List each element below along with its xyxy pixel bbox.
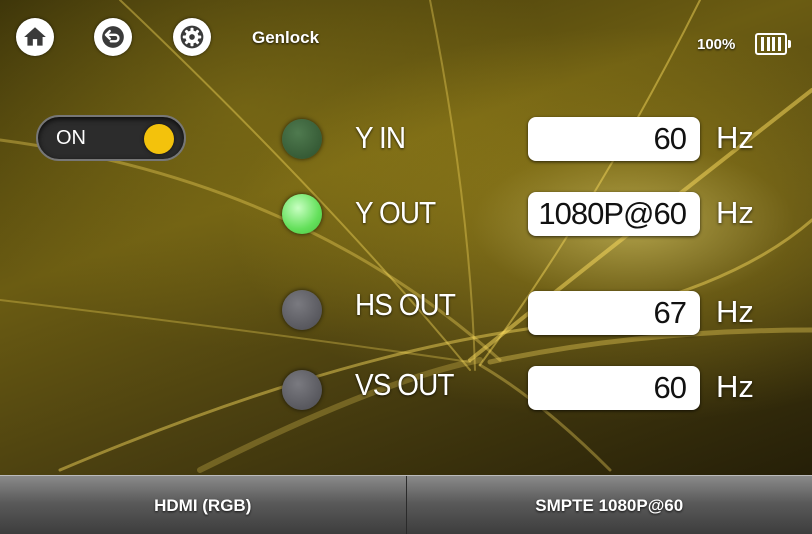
y-out-value-field[interactable]: 1080P@60 [528, 192, 700, 236]
home-icon [24, 27, 46, 46]
toggle-label: ON [56, 127, 86, 149]
settings-button[interactable] [173, 18, 211, 56]
genlock-toggle[interactable]: ON [36, 115, 186, 161]
battery-icon [755, 33, 791, 55]
home-button[interactable] [16, 18, 54, 56]
hs-out-unit: Hz [716, 294, 754, 329]
bottom-bar: HDMI (RGB) SMPTE 1080P@60 [0, 475, 812, 534]
page-title: Genlock [252, 28, 320, 47]
vs-out-label: VS OUT [355, 367, 454, 402]
genlock-screen: Genlock 100% ON Y IN 60 Hz Y OUT 1080P@6… [0, 0, 812, 534]
back-button[interactable] [94, 18, 132, 56]
vs-out-indicator [282, 370, 322, 410]
y-in-indicator [282, 119, 322, 159]
gear-icon [180, 25, 204, 49]
battery-percent: 100% [697, 36, 736, 53]
back-icon [102, 26, 124, 48]
tab-hdmi-rgb[interactable]: HDMI (RGB) [0, 476, 406, 534]
tab-smpte-format[interactable]: SMPTE 1080P@60 [405, 476, 812, 534]
vs-out-value-field[interactable]: 60 [528, 366, 700, 410]
hs-out-value-field[interactable]: 67 [528, 291, 700, 335]
vs-out-unit: Hz [716, 369, 754, 404]
top-bar: Genlock 100% [0, 0, 812, 70]
y-out-indicator [282, 194, 322, 234]
y-in-value-field[interactable]: 60 [528, 117, 700, 161]
hs-out-label: HS OUT [355, 287, 456, 322]
y-out-unit: Hz [716, 195, 754, 230]
y-out-label: Y OUT [355, 195, 436, 230]
toggle-knob[interactable] [144, 124, 174, 154]
y-in-unit: Hz [716, 120, 754, 155]
y-in-label: Y IN [355, 120, 406, 155]
hs-out-indicator [282, 290, 322, 330]
